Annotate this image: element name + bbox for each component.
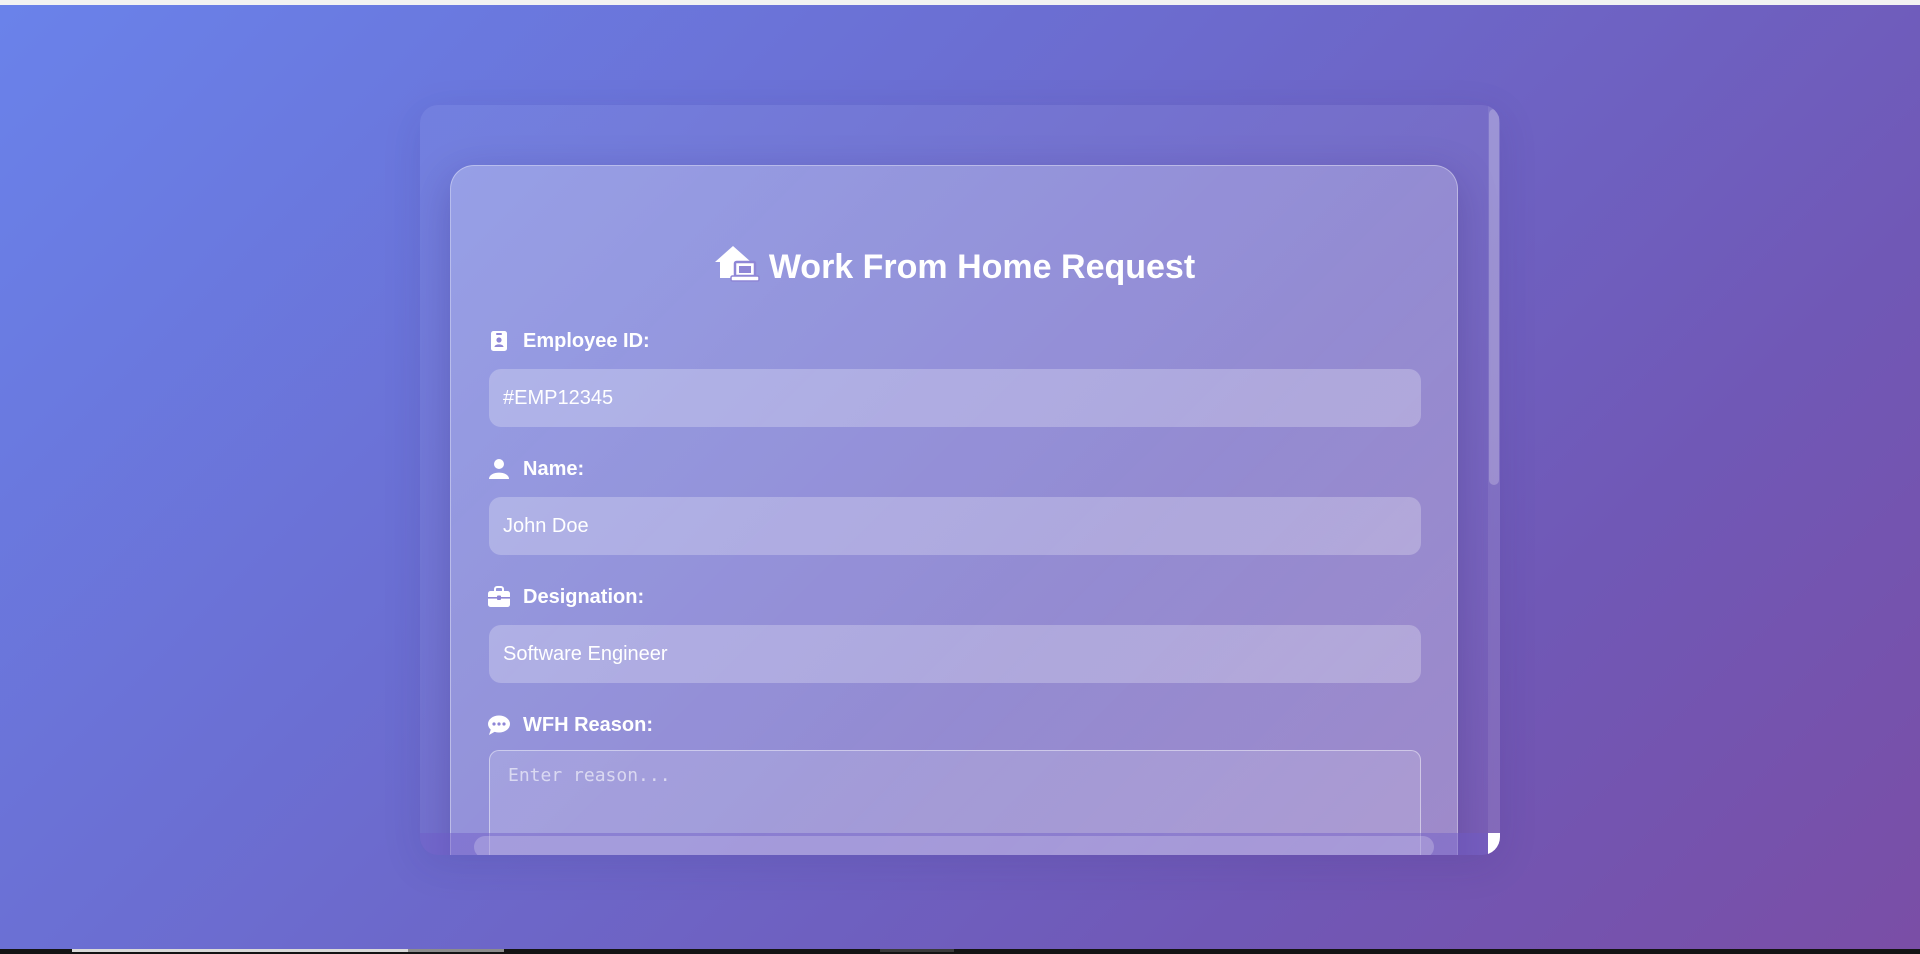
name-label-text: Name: <box>523 458 585 480</box>
vertical-scrollbar-thumb[interactable] <box>1489 109 1499 485</box>
bottom-edge-segment <box>880 949 954 952</box>
page-title: Work From Home Request <box>451 244 1457 287</box>
page-background: Work From Home Request Employee ID: #EMP… <box>0 5 1920 949</box>
wfh-reason-label: WFH Reason: <box>487 713 653 737</box>
wfh-form-card: Work From Home Request Employee ID: #EMP… <box>450 165 1458 855</box>
briefcase-icon <box>488 586 510 607</box>
bottom-edge-segment <box>72 949 408 952</box>
employee-id-label-text: Employee ID: <box>523 330 650 352</box>
bottom-edge <box>0 949 1920 954</box>
user-icon <box>489 459 509 479</box>
bottom-edge-segment <box>408 949 504 952</box>
name-label: Name: <box>487 457 584 481</box>
scroll-container: Work From Home Request Employee ID: #EMP… <box>420 105 1500 855</box>
id-card-icon <box>491 331 507 351</box>
comment-icon <box>488 715 510 735</box>
designation-label: Designation: <box>487 585 644 609</box>
page-title-text: Work From Home Request <box>768 248 1196 286</box>
designation-field[interactable]: Software Engineer <box>489 625 1421 683</box>
house-laptop-icon <box>714 246 760 282</box>
designation-label-text: Designation: <box>523 586 645 608</box>
employee-id-field[interactable]: #EMP12345 <box>489 369 1421 427</box>
scrollbar-corner <box>1488 833 1500 855</box>
horizontal-scrollbar-thumb[interactable] <box>474 836 1434 855</box>
wfh-reason-label-text: WFH Reason: <box>523 714 653 736</box>
name-field[interactable]: John Doe <box>489 497 1421 555</box>
wfh-reason-placeholder: Enter reason... <box>508 765 671 786</box>
employee-id-label: Employee ID: <box>487 329 650 353</box>
